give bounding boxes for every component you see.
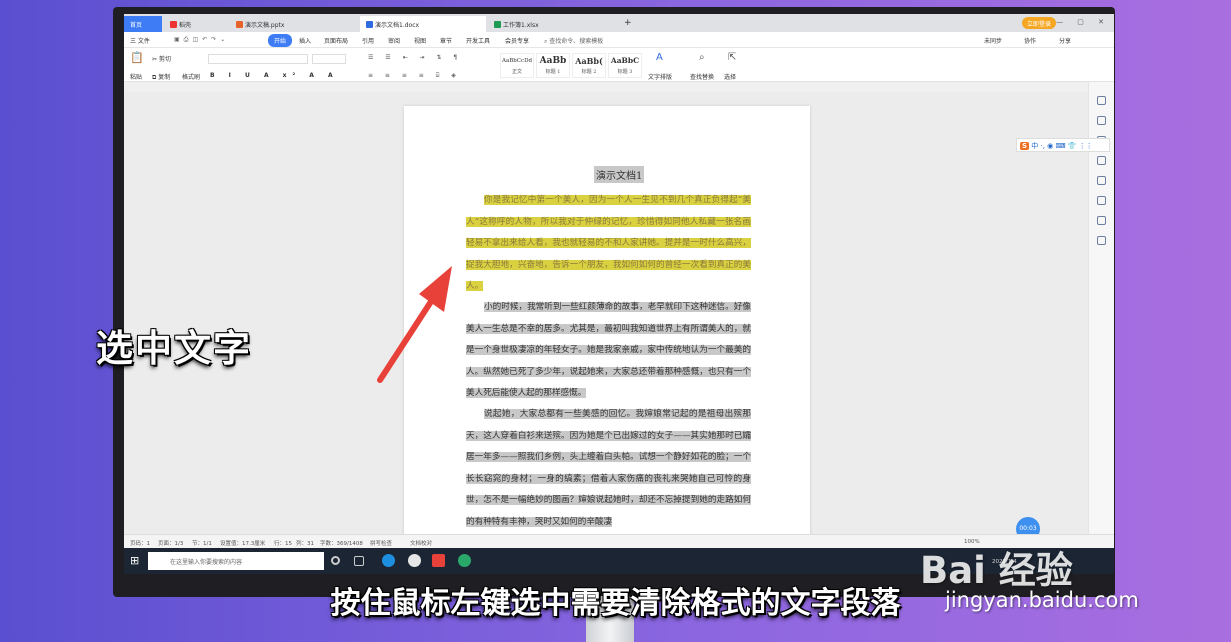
arrow-annotation-icon [377,266,452,383]
sidebar-settings-icon[interactable] [1097,176,1106,185]
find-icon[interactable]: ⌕ [699,52,705,63]
menu-insert[interactable]: 插入 [299,36,311,45]
status-words[interactable]: 字数：369/1408 [320,539,363,547]
tab-pptx[interactable]: 演示文稿.pptx [230,16,358,32]
menu-bar: 三 文件 ▣⎙◫↶↷⌄ 开始 插入 页面布局 引用 审阅 视图 章节 开发工具 … [124,32,1114,48]
status-row: 行：15 [274,541,292,547]
paragraph-selected-1[interactable]: 小的时候，我常听到一些红颜薄命的故事，老早就印下这种迷信。好像美人一生总是不幸的… [466,297,751,405]
ppt-icon [236,21,243,28]
menu-developer[interactable]: 开发工具 [466,36,490,45]
command-search[interactable]: ⌕ 查找命令、搜索模板 [544,36,603,46]
screen: 首页 稻壳 演示文稿.pptx 演示文档1.docx 工作簿1.xlsx + 立… [124,14,1114,574]
style-heading-2[interactable]: AaBb(标题 2 [572,53,606,78]
style-normal[interactable]: AaBbCcDd 正文 [500,53,534,78]
style-heading-3[interactable]: AaBbC 标题 3 [608,53,642,78]
paste-icon[interactable]: 📋 [130,51,144,64]
task-view-icon[interactable] [354,556,364,566]
collab-button[interactable]: 协作 [1024,36,1036,45]
menu-sections[interactable]: 章节 [440,36,452,45]
spell-check-toggle[interactable]: 拼写检查 [370,539,392,547]
paragraph-selected-2[interactable]: 说起她，大家总都有一些美感的回忆。我婶娘常记起的是祖母出殡那天，这人穿着白衫来送… [466,404,751,533]
alignment-buttons[interactable]: ≡ ≡ ≡ ≡ ⌸ ◈ [368,72,461,80]
ribbon: 📋 粘贴 ✂ 剪切 ⧉ 复制 格式刷 B I U A x² A A ☰ ☰ ⇤ … [124,48,1114,82]
status-pages: 页面：1/3 [158,541,184,547]
tab-home[interactable]: 首页 [124,16,162,32]
menu-member[interactable]: 会员专享 [505,36,529,45]
copy-button[interactable]: ⧉ 复制 [152,72,170,82]
sogou-ime-icon: S [1020,142,1030,150]
windows-logo-icon[interactable]: ⊞ [130,554,139,567]
sidebar-table-icon[interactable] [1097,236,1106,245]
caption-instruction: 按住鼠标左键选中需要清除格式的文字段落 [330,586,901,621]
sidebar-tool-icon[interactable] [1097,96,1106,105]
taskbar-search[interactable]: 在这里输入你要搜索的内容 [148,552,324,570]
menu-review[interactable]: 审阅 [388,36,400,45]
cut-button[interactable]: ✂ 剪切 [152,54,171,63]
document-area: 演示文档1 你是我记忆中第一个美人，因为一个人一生见不到几个真正负得起“美人”这… [124,92,1114,548]
status-section: 节：1/1 [192,541,212,547]
sidebar-pen-icon[interactable] [1097,116,1106,125]
menu-layout[interactable]: 页面布局 [324,36,348,45]
tab-bar: 首页 稻壳 演示文稿.pptx 演示文档1.docx 工作簿1.xlsx + 立… [124,14,1114,32]
tab-xlsx[interactable]: 工作簿1.xlsx [488,16,612,32]
cortana-icon[interactable] [331,556,340,565]
find-replace-button[interactable]: 查找替换 [690,72,714,81]
paragraph-highlighted[interactable]: 你是我记忆中第一个美人，因为一个人一生见不到几个真正负得起“美人”这称呼的人物，… [466,190,751,298]
format-painter-button[interactable]: 格式刷 [182,72,200,81]
doc-proof-button[interactable]: 文档校对 [410,539,432,547]
tab-docx[interactable]: 演示文档1.docx [360,16,486,32]
font-format-buttons[interactable]: B I U A x² A A [210,72,339,79]
font-name-select[interactable] [208,54,308,64]
sidebar-review-icon[interactable] [1097,196,1106,205]
quick-access-icons[interactable]: ▣⎙◫↶↷⌄ [174,36,229,44]
excel-icon [494,21,501,28]
text-tools-icon[interactable]: A [656,52,663,63]
window-controls[interactable]: — ▢ ✕ [1056,18,1110,26]
paragraph-list-buttons[interactable]: ☰ ☰ ⇤ ⇥ ⇅ ¶ [368,54,462,61]
word-icon [366,21,373,28]
ime-toolbar[interactable]: S 中 ·, ◉ ⌨ 👕 ⋮⋮ [1016,138,1110,152]
select-button[interactable]: 选择 [724,72,736,81]
docer-icon [170,21,177,28]
wps-icon[interactable] [432,554,445,567]
sync-status[interactable]: 未同步 [984,36,1002,45]
sidebar-location-icon[interactable] [1097,216,1106,225]
app-icon[interactable] [408,554,421,567]
caption-select-text: 选中文字 [96,327,252,370]
document-title: 演示文档1 [594,166,645,183]
sidebar-adjust-icon[interactable] [1097,156,1106,165]
status-setting: 设置值：17.3厘米 [220,541,266,547]
status-page: 页码：1 [130,541,150,547]
paste-button[interactable]: 粘贴 [130,72,142,81]
tab-docer[interactable]: 稻壳 [164,16,230,32]
style-heading-1[interactable]: AaBb 标题 1 [536,53,570,78]
share-button[interactable]: 分享 [1059,36,1071,45]
menu-view[interactable]: 视图 [414,36,426,45]
select-cursor-icon[interactable]: ⇱ [728,52,736,63]
edge-icon[interactable] [382,554,395,567]
chrome-icon[interactable] [458,554,471,567]
font-size-select[interactable] [312,54,346,64]
new-tab-button[interactable]: + [618,14,638,30]
menu-start[interactable]: 开始 [268,34,293,47]
horizontal-ruler[interactable] [124,82,1114,92]
status-col: 列：31 [296,541,314,547]
menu-file[interactable]: 三 文件 [130,36,150,45]
login-button[interactable]: 立即登录 [1021,17,1056,29]
menu-references[interactable]: 引用 [362,36,374,45]
text-tools-button[interactable]: 文字排版 [648,72,672,81]
